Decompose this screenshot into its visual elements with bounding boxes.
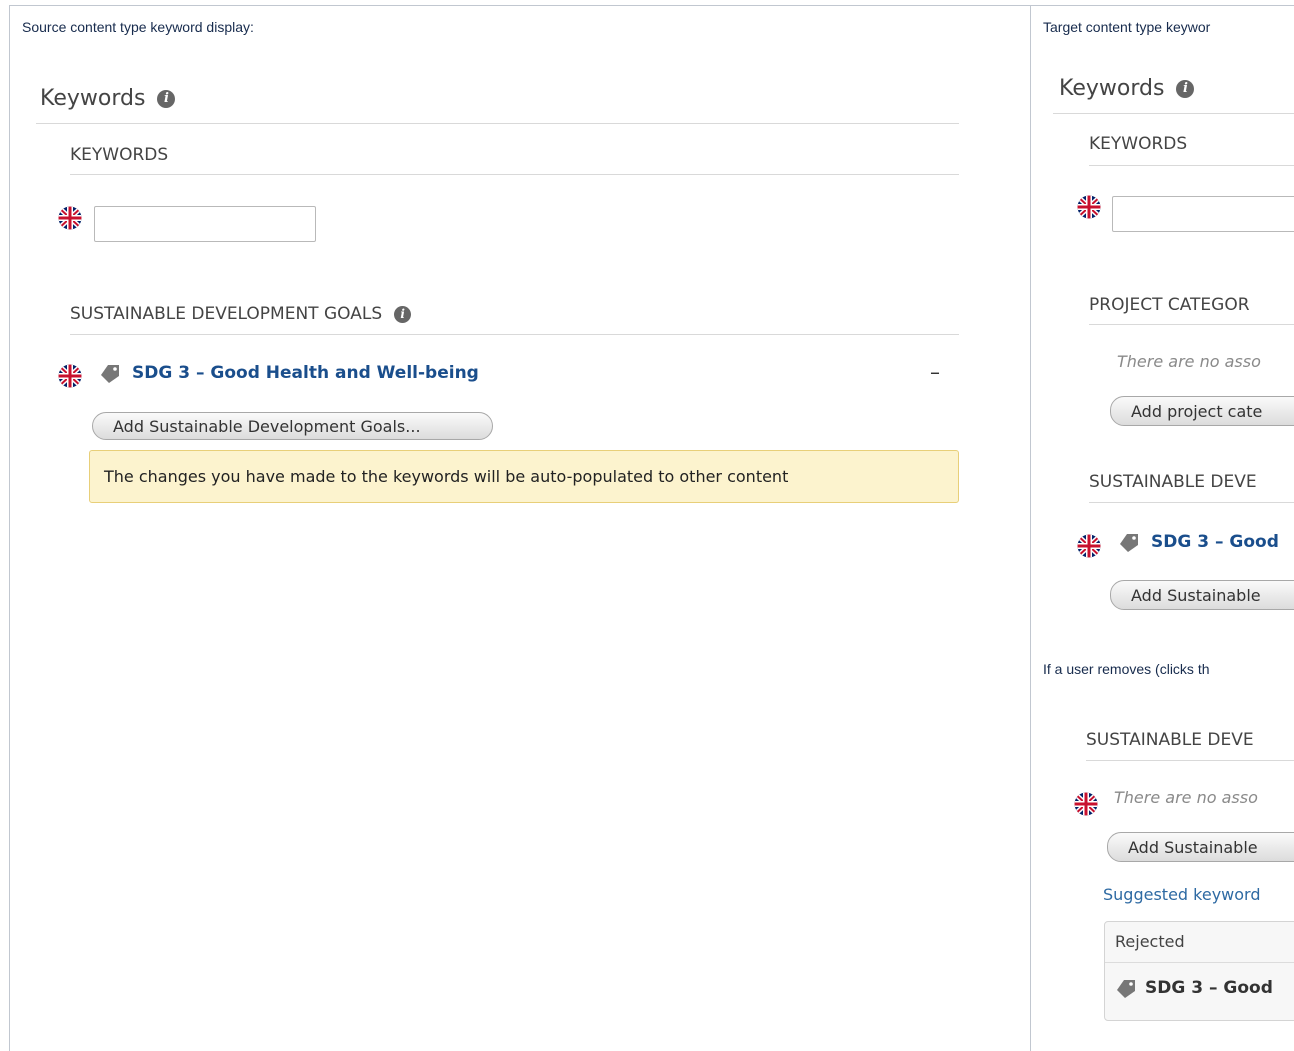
project-empty-message: There are no asso	[1117, 352, 1261, 371]
divider	[1105, 962, 1294, 963]
uk-flag-icon	[57, 364, 83, 388]
add-sdg-button[interactable]: Add Sustainable Development Goals...	[92, 412, 493, 440]
keywords-title-text: Keywords	[1059, 76, 1165, 101]
sdg-heading-text: SUSTAINABLE DEVE	[1086, 730, 1254, 750]
suggested-keywords-link[interactable]: Suggested keyword	[1103, 885, 1260, 904]
keywords-title-text: Keywords	[40, 86, 146, 111]
info-icon[interactable]: i	[394, 305, 412, 323]
add-sdg-button-label: Add Sustainable Development Goals...	[113, 416, 421, 436]
add-project-button-label: Add project cate	[1131, 401, 1263, 421]
sdg-keyword-link[interactable]: SDG 3 – Good	[1151, 532, 1279, 552]
add-project-category-button[interactable]: Add project cate	[1110, 396, 1294, 426]
keywords-heading-text: KEYWORDS	[1089, 134, 1188, 154]
target-column: Target content type keywor Keywords i KE…	[1031, 6, 1294, 1051]
divider	[1086, 760, 1294, 761]
keywords-section-heading: KEYWORDS	[70, 145, 168, 165]
sdg-section-heading-after-removal: SUSTAINABLE DEVE	[1086, 730, 1254, 750]
divider	[1089, 502, 1294, 503]
tag-icon	[1115, 979, 1137, 999]
uk-flag-icon	[1073, 792, 1099, 816]
keywords-heading-text: KEYWORDS	[70, 145, 169, 165]
rejected-keyword-item[interactable]: SDG 3 – Good	[1145, 978, 1273, 998]
remove-keyword-button[interactable]: –	[930, 360, 940, 384]
auto-populate-notice: The changes you have made to the keyword…	[89, 450, 959, 503]
info-icon[interactable]: i	[157, 89, 176, 108]
divider	[1053, 113, 1294, 114]
divider	[1089, 165, 1294, 166]
add-sdg-button-label: Add Sustainable	[1128, 837, 1258, 857]
uk-flag-icon	[1076, 534, 1102, 558]
keywords-panel-title: Keywords i	[1059, 76, 1195, 101]
divider	[70, 174, 959, 175]
uk-flag-icon	[57, 206, 83, 230]
keyword-input[interactable]	[94, 206, 316, 242]
rejected-label: Rejected	[1115, 932, 1185, 951]
project-category-heading: PROJECT CATEGOR	[1089, 295, 1250, 315]
keyword-input[interactable]	[1112, 196, 1294, 232]
add-sdg-button[interactable]: Add Sustainable	[1107, 832, 1294, 862]
source-caption: Source content type keyword display:	[22, 19, 254, 35]
info-icon[interactable]: i	[1176, 79, 1195, 98]
sdg-keyword-link[interactable]: SDG 3 – Good Health and Well-being	[132, 363, 479, 383]
keywords-section-heading: KEYWORDS	[1089, 134, 1187, 154]
project-heading-text: PROJECT CATEGOR	[1089, 295, 1250, 315]
divider	[36, 123, 959, 124]
source-column: Source content type keyword display: Key…	[10, 6, 1030, 1051]
sdg-heading-text: SUSTAINABLE DEVELOPMENT GOALS	[70, 304, 383, 324]
add-sdg-button-label: Add Sustainable	[1131, 585, 1261, 605]
sdg-heading-text: SUSTAINABLE DEVE	[1089, 472, 1257, 492]
sdg-empty-message: There are no asso	[1114, 788, 1258, 807]
tag-icon	[99, 364, 121, 384]
remove-note: If a user removes (clicks th	[1043, 661, 1210, 677]
uk-flag-icon	[1076, 195, 1102, 219]
tag-icon	[1118, 533, 1140, 553]
add-sdg-button[interactable]: Add Sustainable	[1110, 580, 1294, 610]
target-caption: Target content type keywor	[1043, 19, 1211, 35]
notice-text: The changes you have made to the keyword…	[104, 467, 789, 486]
sdg-section-heading: SUSTAINABLE DEVE	[1089, 472, 1257, 492]
rejected-keywords-box: Rejected SDG 3 – Good	[1104, 921, 1294, 1021]
sdg-section-heading: SUSTAINABLE DEVELOPMENT GOALS i	[70, 304, 412, 324]
keywords-panel-title: Keywords i	[40, 86, 176, 111]
divider	[1089, 324, 1294, 325]
divider	[70, 334, 959, 335]
